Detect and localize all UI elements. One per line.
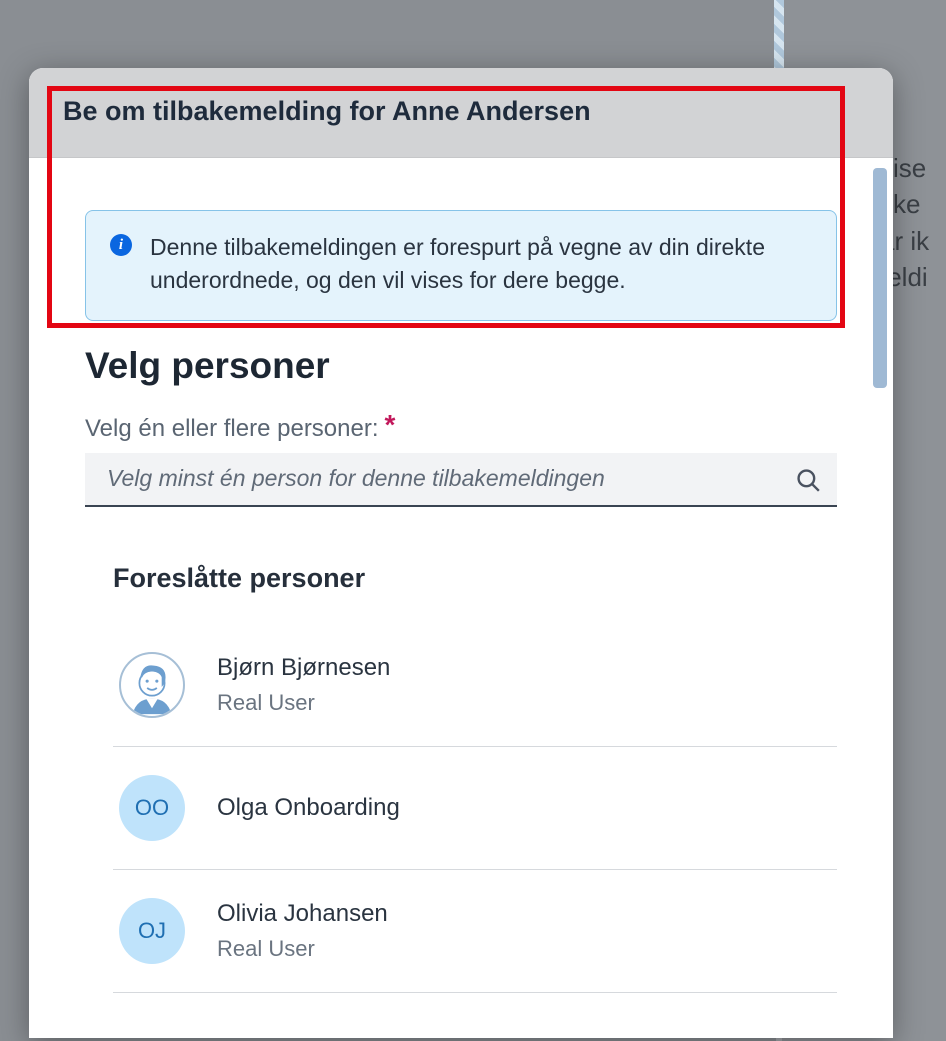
modal-scrollbar[interactable]	[873, 158, 887, 558]
person-role: Real User	[217, 690, 390, 716]
suggested-person[interactable]: OO Olga Onboarding	[113, 747, 837, 870]
info-icon-wrap: i	[110, 231, 132, 256]
feedback-modal: Be om tilbakemelding for Anne Andersen i…	[29, 68, 893, 1038]
person-name: Olivia Johansen	[217, 900, 388, 928]
info-message: Denne tilbakemeldingen er forespurt på v…	[150, 231, 812, 298]
modal-title: Be om tilbakemelding for Anne Andersen	[63, 96, 859, 127]
suggested-people-list: Bjørn Bjørnesen Real User OO Olga Onboar…	[113, 624, 837, 993]
info-icon: i	[110, 234, 132, 256]
avatar-initials: OO	[119, 775, 185, 841]
search-icon[interactable]	[795, 467, 821, 493]
person-role: Real User	[217, 936, 388, 962]
field-label-text: Velg én eller flere personer:	[85, 415, 379, 443]
person-texts: Bjørn Bjørnesen Real User	[217, 654, 390, 716]
person-select-label: Velg én eller flere personer: *	[85, 415, 837, 443]
scrollbar-thumb[interactable]	[873, 168, 887, 388]
person-search-input[interactable]	[85, 453, 837, 507]
avatar-initials: OJ	[119, 898, 185, 964]
person-name: Bjørn Bjørnesen	[217, 654, 390, 682]
modal-header: Be om tilbakemelding for Anne Andersen	[29, 68, 893, 158]
modal-body: i Denne tilbakemeldingen er forespurt på…	[29, 158, 893, 1036]
suggested-heading: Foreslåtte personer	[113, 563, 837, 594]
person-search-wrap	[85, 453, 837, 507]
suggested-person[interactable]: Bjørn Bjørnesen Real User	[113, 624, 837, 747]
person-name: Olga Onboarding	[217, 794, 400, 822]
person-texts: Olivia Johansen Real User	[217, 900, 388, 962]
suggested-person[interactable]: OJ Olivia Johansen Real User	[113, 870, 837, 993]
avatar-photo	[119, 652, 185, 718]
suggested-people-block: Foreslåtte personer	[85, 563, 837, 993]
person-texts: Olga Onboarding	[217, 794, 400, 822]
info-banner: i Denne tilbakemeldingen er forespurt på…	[85, 210, 837, 321]
section-heading: Velg personer	[85, 345, 837, 387]
